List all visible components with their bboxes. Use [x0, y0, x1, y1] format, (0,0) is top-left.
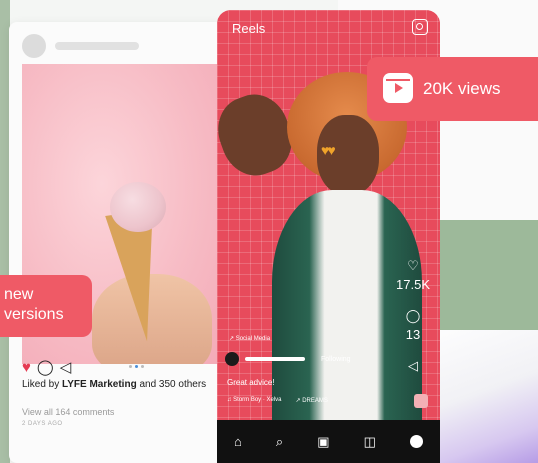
reel-user-avatar[interactable]: [225, 352, 239, 366]
post-timestamp: 2 DAYS AGO: [22, 421, 63, 427]
reel-audio-track[interactable]: ♫ Storm Boy · Xelva: [227, 397, 282, 404]
bottom-nav: ⌂ ⌕ ▣ ◫: [217, 420, 440, 463]
home-icon[interactable]: ⌂: [234, 434, 242, 449]
comment-icon[interactable]: ◯: [406, 308, 421, 324]
badge-line-2: versions: [4, 306, 64, 323]
shop-icon[interactable]: ◫: [364, 434, 376, 450]
carousel-dot: [129, 365, 132, 368]
liked-prefix: Liked by: [22, 379, 63, 390]
like-count: 17.5K: [396, 277, 430, 292]
liked-brand[interactable]: LYFE Marketing: [62, 379, 137, 390]
carousel-dots: [129, 365, 144, 368]
view-comments-link[interactable]: View all 164 comments: [22, 407, 114, 417]
reels-icon: [383, 73, 413, 103]
reel-audio: ♫ Storm Boy · Xelva ↗ DREAMS: [227, 397, 328, 404]
heart-icon[interactable]: ♥: [22, 360, 31, 375]
views-count: 20K views: [423, 79, 501, 98]
search-icon[interactable]: ⌕: [276, 434, 283, 450]
liked-suffix: and 350 others: [136, 379, 207, 390]
camera-icon[interactable]: [412, 19, 428, 35]
reel-username-placeholder: [245, 357, 305, 361]
badge-line-1: new: [4, 286, 34, 303]
share-icon[interactable]: ◁: [60, 360, 72, 375]
username-placeholder: [55, 42, 139, 50]
reel-tag[interactable]: ↗ Social Media: [229, 335, 270, 342]
heart-glasses-icon: ♥♥: [321, 142, 336, 158]
comment-icon[interactable]: ◯: [37, 360, 54, 375]
reel-audio-effect[interactable]: ↗ DREAMS: [296, 397, 328, 404]
post-actions: ♥ ◯ ◁: [22, 360, 71, 375]
reels-title: Reels: [232, 21, 266, 36]
comment-count: 13: [405, 327, 421, 342]
follow-button[interactable]: Following: [321, 356, 351, 363]
reels-side-actions: ♡ 17.5K ◯ 13 ◁: [396, 258, 430, 374]
reel-user-row: Following: [225, 352, 351, 366]
liked-by-text: Liked by LYFE Marketing and 350 others: [22, 379, 206, 390]
new-conversions-badge: new versions: [0, 275, 92, 337]
like-icon[interactable]: ♡: [407, 258, 419, 274]
reel-caption: Great advice!: [227, 378, 275, 387]
profile-icon[interactable]: [409, 435, 423, 448]
reels-icon[interactable]: ▣: [317, 434, 329, 450]
audio-thumbnail-icon[interactable]: [414, 394, 428, 408]
views-badge: 20K views: [367, 57, 538, 121]
carousel-dot: [141, 365, 144, 368]
avatar[interactable]: [22, 34, 46, 58]
share-icon[interactable]: ◁: [408, 358, 418, 374]
post-card: ♥ ◯ ◁ Liked by LYFE Marketing and 350 ot…: [9, 22, 224, 463]
carousel-dot-active: [135, 365, 138, 368]
ice-cream-scoop-shape: [110, 182, 166, 232]
